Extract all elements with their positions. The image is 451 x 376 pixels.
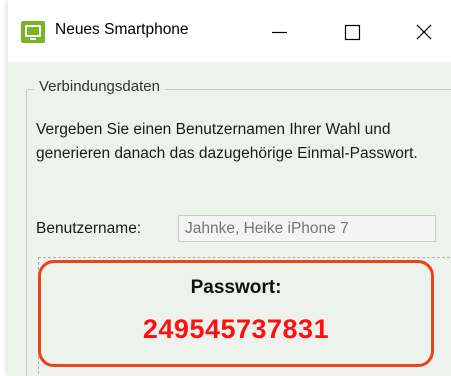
window-title: Neues Smartphone <box>55 21 189 38</box>
maximize-icon <box>344 24 361 41</box>
maximize-button[interactable] <box>322 0 380 62</box>
close-icon <box>416 24 432 40</box>
dialog-window: Neues Smartphone Verbindungsdaten Vergeb… <box>8 0 451 376</box>
username-label: Benutzername: <box>36 220 142 237</box>
instruction-text: Vergeben Sie einen Benutzernamen Ihrer W… <box>36 121 418 162</box>
title-bar[interactable]: Neues Smartphone <box>8 0 451 62</box>
password-label: Passwort: <box>190 277 282 298</box>
group-title: Verbindungsdaten <box>34 78 165 95</box>
password-value: 249545737831 <box>142 314 330 344</box>
close-button[interactable] <box>393 0 451 62</box>
minimize-icon <box>272 31 287 34</box>
username-input[interactable] <box>178 215 436 242</box>
smartphone-app-icon <box>21 21 45 43</box>
minimize-button[interactable] <box>250 0 308 62</box>
